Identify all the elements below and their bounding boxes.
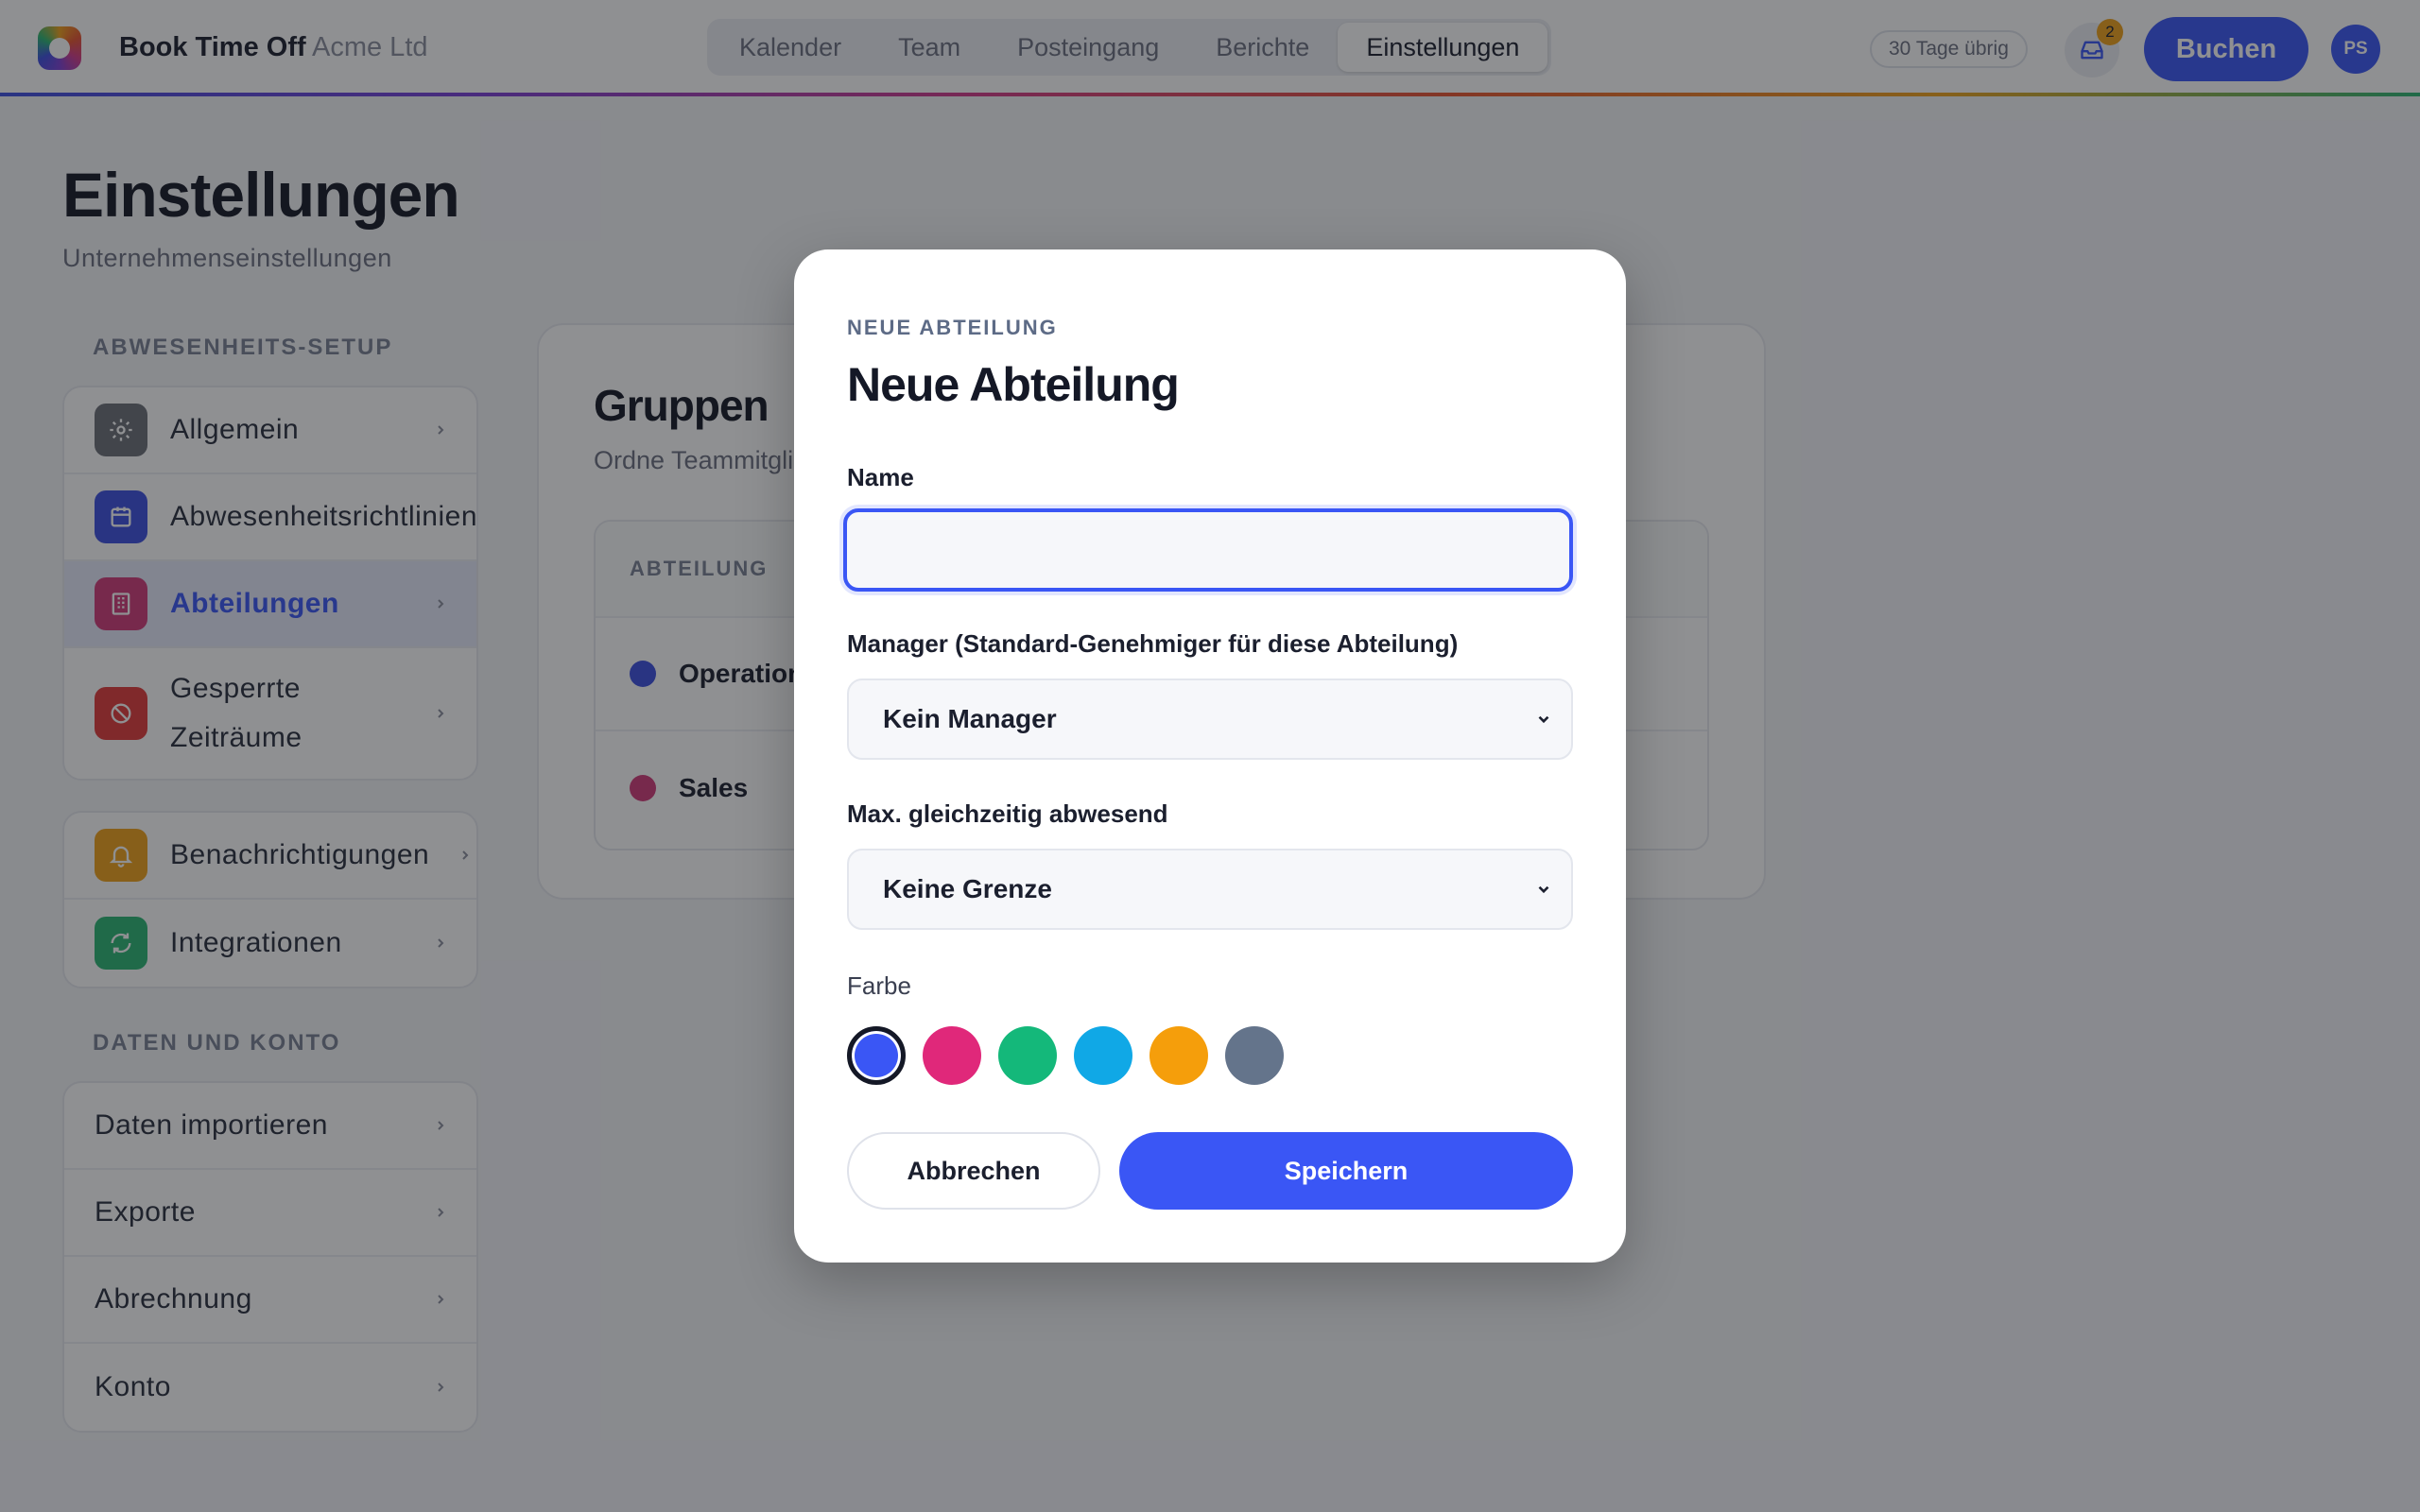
- color-swatch-slate[interactable]: [1225, 1026, 1284, 1085]
- cancel-button[interactable]: Abbrechen: [847, 1132, 1100, 1210]
- max-absent-label: Max. gleichzeitig abwesend: [847, 799, 1168, 828]
- manager-select[interactable]: Kein Manager: [847, 679, 1573, 760]
- dialog-title: Neue Abteilung: [847, 358, 1180, 411]
- manager-select-value: Kein Manager: [883, 704, 1057, 733]
- name-input[interactable]: [843, 508, 1573, 592]
- color-picker: [847, 1026, 1301, 1085]
- dialog-eyebrow: NEUE ABTEILUNG: [847, 316, 1058, 339]
- save-button[interactable]: Speichern: [1119, 1132, 1573, 1210]
- max-absent-select[interactable]: Keine Grenze: [847, 849, 1573, 930]
- new-department-dialog: NEUE ABTEILUNG Neue Abteilung Name Manag…: [794, 249, 1626, 1263]
- color-swatch-blue[interactable]: [847, 1026, 906, 1085]
- color-label: Farbe: [847, 971, 911, 1000]
- color-swatch-sky[interactable]: [1074, 1026, 1132, 1085]
- color-swatch-pink[interactable]: [923, 1026, 981, 1085]
- color-swatch-orange[interactable]: [1150, 1026, 1208, 1085]
- name-label: Name: [847, 463, 914, 491]
- max-absent-select-value: Keine Grenze: [883, 874, 1052, 903]
- color-swatch-green[interactable]: [998, 1026, 1057, 1085]
- chevron-down-icon: [1538, 885, 1549, 894]
- manager-label: Manager (Standard-Genehmiger für diese A…: [847, 629, 1459, 658]
- chevron-down-icon: [1538, 715, 1549, 724]
